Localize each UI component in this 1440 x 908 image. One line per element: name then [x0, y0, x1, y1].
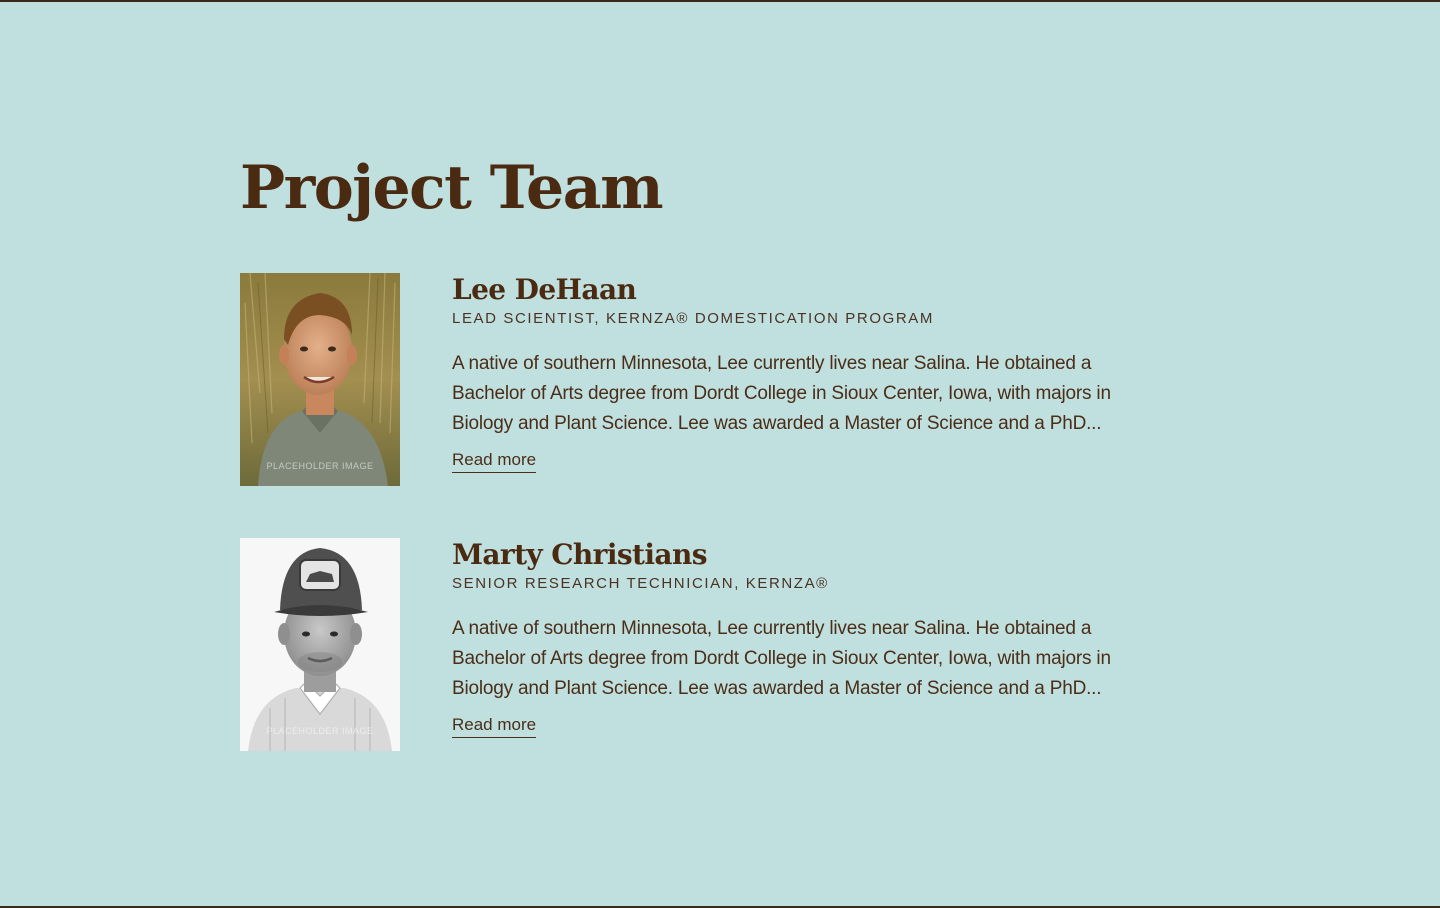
project-team-section: Project Team PLACEHOLDER IMAGE Lee DeHaa… — [240, 150, 1140, 751]
team-member-card: PLACEHOLDER IMAGE Lee DeHaan LEAD SCIENT… — [240, 273, 1140, 487]
photo-watermark: PLACEHOLDER IMAGE — [266, 726, 374, 736]
member-role: LEAD SCIENTIST, KERNZA® DOMESTICATION PR… — [452, 310, 934, 327]
member-bio: A native of southern Minnesota, Lee curr… — [452, 618, 1111, 699]
member-info: Lee DeHaan LEAD SCIENTIST, KERNZA® DOMES… — [452, 273, 1132, 473]
member-photo: PLACEHOLDER IMAGE — [240, 538, 400, 751]
top-border — [0, 0, 1440, 2]
member-role: SENIOR RESEARCH TECHNICIAN, KERNZA® — [452, 575, 829, 592]
member-name: Marty Christians — [452, 538, 707, 571]
member-info: Marty Christians SENIOR RESEARCH TECHNIC… — [452, 538, 1132, 738]
photo-watermark: PLACEHOLDER IMAGE — [266, 461, 374, 471]
member-photo: PLACEHOLDER IMAGE — [240, 273, 400, 486]
member-bio: A native of southern Minnesota, Lee curr… — [452, 353, 1111, 434]
member-name: Lee DeHaan — [452, 273, 637, 306]
team-member-card: PLACEHOLDER IMAGE Marty Christians SENIO… — [240, 538, 1140, 752]
read-more-link[interactable]: Read more — [452, 449, 537, 473]
read-more-link[interactable]: Read more — [452, 714, 537, 738]
section-title: Project Team — [240, 153, 664, 223]
